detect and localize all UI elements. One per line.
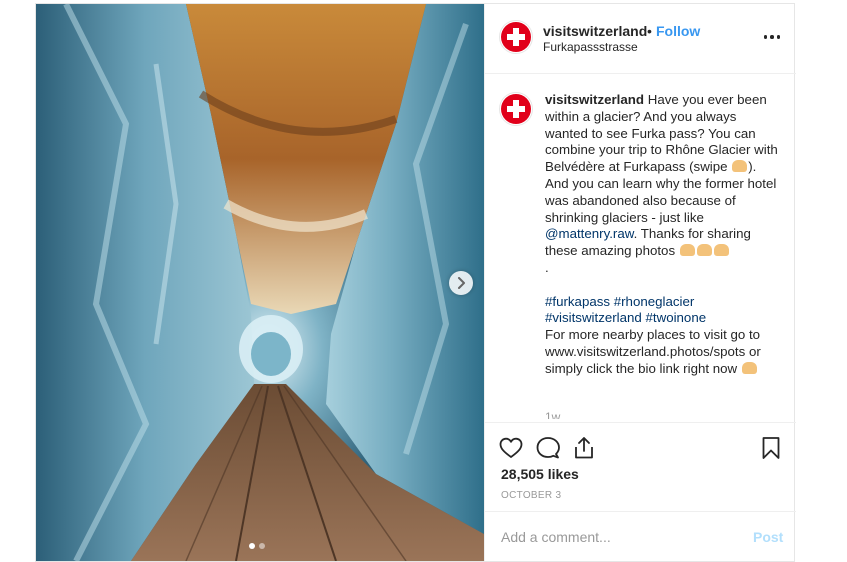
hashtag-line[interactable]: #furkapass #rhoneglacier xyxy=(545,294,781,311)
chevron-right-icon xyxy=(458,277,465,289)
caption-dot: . xyxy=(545,259,549,275)
mention-link[interactable]: @mattenry.raw xyxy=(545,226,634,241)
post-time-ago[interactable]: 1w xyxy=(545,410,560,419)
more-dot xyxy=(770,35,774,39)
carousel-next-button[interactable] xyxy=(449,271,473,295)
caption-text: For more nearby places to visit go to ww… xyxy=(545,327,761,376)
hashtag-line[interactable]: #visitswitzerland #twoinone xyxy=(545,310,781,327)
carousel-dot xyxy=(259,543,265,549)
glacier-tunnel-image xyxy=(36,4,484,561)
location-link[interactable]: Furkapassstrasse xyxy=(543,40,638,54)
carousel-indicator xyxy=(249,543,265,549)
more-dot xyxy=(763,35,768,39)
post-photo[interactable] xyxy=(36,4,484,561)
likes-count[interactable]: 28,505 likes xyxy=(501,466,579,482)
follow-button[interactable]: Follow xyxy=(656,23,700,39)
caption: visitswitzerland Have you ever been with… xyxy=(545,92,781,378)
swiss-cross-icon-vertical xyxy=(513,28,519,46)
caption-avatar[interactable] xyxy=(499,92,533,126)
post-header: visitswitzerland • Follow Furkapassstras… xyxy=(485,4,796,74)
pointing-hand-emoji-icon xyxy=(741,361,757,374)
heart-icon[interactable] xyxy=(498,435,524,461)
share-icon[interactable] xyxy=(571,435,597,461)
avatar[interactable] xyxy=(499,20,533,54)
comment-input[interactable] xyxy=(501,525,731,549)
post-date[interactable]: OCTOBER 3 xyxy=(501,490,561,501)
clapping-hands-emoji-icon xyxy=(713,244,729,257)
instagram-post: visitswitzerland • Follow Furkapassstras… xyxy=(35,3,796,562)
comment-icon[interactable] xyxy=(535,435,561,461)
username-link[interactable]: visitswitzerland xyxy=(543,23,647,39)
more-dot xyxy=(776,35,781,39)
post-side-panel: visitswitzerland • Follow Furkapassstras… xyxy=(484,4,796,561)
carousel-dot-active xyxy=(249,543,255,549)
clapping-hands-emoji-icon xyxy=(696,244,712,257)
comments-area[interactable]: visitswitzerland Have you ever been with… xyxy=(485,74,796,419)
pointing-hand-emoji-icon xyxy=(732,160,748,173)
caption-username[interactable]: visitswitzerland xyxy=(545,92,644,107)
add-comment-bar: Post xyxy=(485,511,796,561)
bookmark-icon[interactable] xyxy=(758,435,784,461)
swiss-cross-icon xyxy=(507,34,525,40)
swiss-cross-icon xyxy=(507,106,525,112)
more-options-icon[interactable] xyxy=(763,28,781,46)
clapping-hands-emoji-icon xyxy=(679,244,695,257)
swiss-cross-icon-vertical xyxy=(513,100,519,118)
separator-dot: • xyxy=(647,23,652,39)
post-comment-button[interactable]: Post xyxy=(753,529,783,545)
